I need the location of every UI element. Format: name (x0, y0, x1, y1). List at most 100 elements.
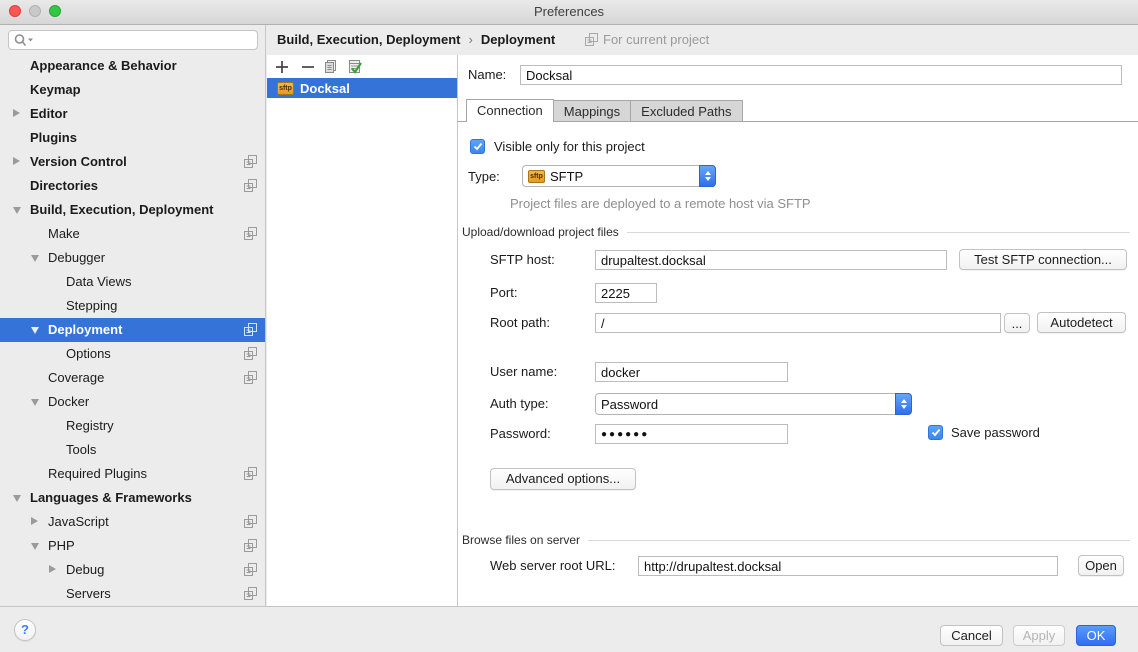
sidebar-item-coverage[interactable]: Coverage (0, 366, 265, 390)
sidebar-item-docker[interactable]: Docker (0, 390, 265, 414)
chevron-right-icon[interactable] (13, 109, 20, 117)
visible-only-label: Visible only for this project (494, 137, 645, 157)
window-title: Preferences (0, 4, 1138, 19)
sidebar-item-label: Languages & Frameworks (0, 486, 265, 510)
type-select[interactable]: sftp SFTP (522, 165, 716, 187)
port-label: Port: (490, 283, 517, 303)
auth-type-label: Auth type: (490, 394, 549, 414)
browse-root-path-button[interactable]: ... (1004, 313, 1030, 333)
sidebar-item-debug[interactable]: Debug (0, 558, 265, 582)
chevron-down-icon[interactable] (31, 255, 39, 262)
port-input[interactable] (595, 283, 657, 303)
sidebar-item-stepping[interactable]: Stepping (0, 294, 265, 318)
sidebar-item-registry[interactable]: Registry (0, 414, 265, 438)
open-url-button[interactable]: Open (1078, 555, 1124, 576)
sidebar-item-tools[interactable]: Tools (0, 438, 265, 462)
sidebar-item-label: Make (0, 222, 265, 246)
sidebar-item-required-plugins[interactable]: Required Plugins (0, 462, 265, 486)
dialog-footer: ? Cancel Apply OK (0, 606, 1138, 652)
name-input[interactable] (520, 65, 1122, 85)
current-project-icon (244, 155, 257, 168)
sidebar-item-label: Required Plugins (0, 462, 265, 486)
apply-button[interactable]: Apply (1013, 625, 1065, 646)
name-label: Name: (468, 65, 506, 85)
sidebar-item-version-control[interactable]: Version Control (0, 150, 265, 174)
sidebar-item-languages-frameworks[interactable]: Languages & Frameworks (0, 486, 265, 510)
sidebar-item-servers[interactable]: Servers (0, 582, 265, 606)
sidebar-item-label: PHP (0, 534, 265, 558)
copy-server-button[interactable] (323, 59, 339, 75)
check-icon (473, 142, 483, 151)
sidebar-item-build-execution-deployment[interactable]: Build, Execution, Deployment (0, 198, 265, 222)
select-stepper-icon[interactable] (895, 393, 912, 415)
upload-section-title: Upload/download project files (462, 225, 619, 239)
sidebar-item-editor[interactable]: Editor (0, 102, 265, 126)
sidebar-item-deployment[interactable]: Deployment (0, 318, 265, 342)
user-name-input[interactable] (595, 362, 788, 382)
password-input[interactable] (595, 424, 788, 444)
type-label: Type: (468, 167, 500, 187)
help-button[interactable]: ? (14, 619, 36, 641)
upload-section-header: Upload/download project files (462, 225, 1130, 239)
sidebar-item-appearance-behavior[interactable]: Appearance & Behavior (0, 54, 265, 78)
server-list-toolbar (267, 55, 457, 78)
sidebar-item-directories[interactable]: Directories (0, 174, 265, 198)
breadcrumb-parent[interactable]: Build, Execution, Deployment (277, 32, 460, 47)
select-stepper-icon[interactable] (699, 165, 716, 187)
sidebar-item-label: Debug (0, 558, 265, 582)
scope-label: For current project (603, 32, 709, 47)
server-item-docksal[interactable]: sftp Docksal (267, 78, 457, 98)
sidebar-item-label: Docker (0, 390, 265, 414)
sidebar-item-javascript[interactable]: JavaScript (0, 510, 265, 534)
chevron-down-icon[interactable] (31, 327, 39, 334)
type-description: Project files are deployed to a remote h… (510, 196, 811, 211)
advanced-options-button[interactable]: Advanced options... (490, 468, 636, 490)
user-name-label: User name: (490, 362, 557, 382)
auth-type-select[interactable]: Password (595, 393, 912, 415)
check-icon (931, 428, 941, 437)
cancel-button[interactable]: Cancel (940, 625, 1003, 646)
tab-connection[interactable]: Connection (466, 99, 554, 122)
section-rule (627, 232, 1130, 233)
sftp-host-input[interactable] (595, 250, 947, 270)
chevron-right-icon[interactable] (31, 517, 38, 525)
sidebar-item-data-views[interactable]: Data Views (0, 270, 265, 294)
chevron-down-icon[interactable] (31, 399, 39, 406)
auth-type-value: Password (601, 397, 658, 412)
sidebar-item-label: Servers (0, 582, 265, 606)
chevron-down-icon[interactable] (13, 495, 21, 502)
sidebar-item-make[interactable]: Make (0, 222, 265, 246)
remove-server-button[interactable] (300, 59, 316, 75)
root-path-input[interactable] (595, 313, 1001, 333)
sidebar-item-label: Stepping (0, 294, 265, 318)
chevron-right-icon[interactable] (49, 565, 56, 573)
chevron-right-icon[interactable] (13, 157, 20, 165)
autodetect-button[interactable]: Autodetect (1037, 312, 1126, 333)
sidebar-item-plugins[interactable]: Plugins (0, 126, 265, 150)
chevron-down-icon[interactable] (13, 207, 21, 214)
breadcrumb-current: Deployment (481, 32, 555, 47)
sidebar-item-options[interactable]: Options (0, 342, 265, 366)
save-password-label: Save password (951, 423, 1040, 443)
ok-button[interactable]: OK (1076, 625, 1116, 646)
visible-only-checkbox[interactable] (470, 139, 485, 154)
test-sftp-connection-button[interactable]: Test SFTP connection... (959, 249, 1127, 270)
sftp-file-icon: sftp (528, 170, 545, 183)
web-root-url-input[interactable] (638, 556, 1058, 576)
chevron-down-icon[interactable] (31, 543, 39, 550)
sidebar-item-keymap[interactable]: Keymap (0, 78, 265, 102)
sidebar-item-label: Keymap (0, 78, 265, 102)
sidebar-item-label: Build, Execution, Deployment (0, 198, 265, 222)
current-project-icon (244, 179, 257, 192)
sidebar-item-php[interactable]: PHP (0, 534, 265, 558)
add-server-button[interactable] (274, 59, 290, 75)
breadcrumb-bar: Build, Execution, Deployment › Deploymen… (267, 25, 1138, 55)
sidebar-item-label: Coverage (0, 366, 265, 390)
sidebar-item-debugger[interactable]: Debugger (0, 246, 265, 270)
sidebar-item-label: Data Views (0, 270, 265, 294)
save-password-checkbox[interactable] (928, 425, 943, 440)
tab-mappings[interactable]: Mappings (554, 100, 631, 121)
tab-excluded-paths[interactable]: Excluded Paths (631, 100, 742, 121)
settings-search-input[interactable] (8, 30, 258, 50)
use-as-default-button[interactable] (347, 59, 363, 75)
